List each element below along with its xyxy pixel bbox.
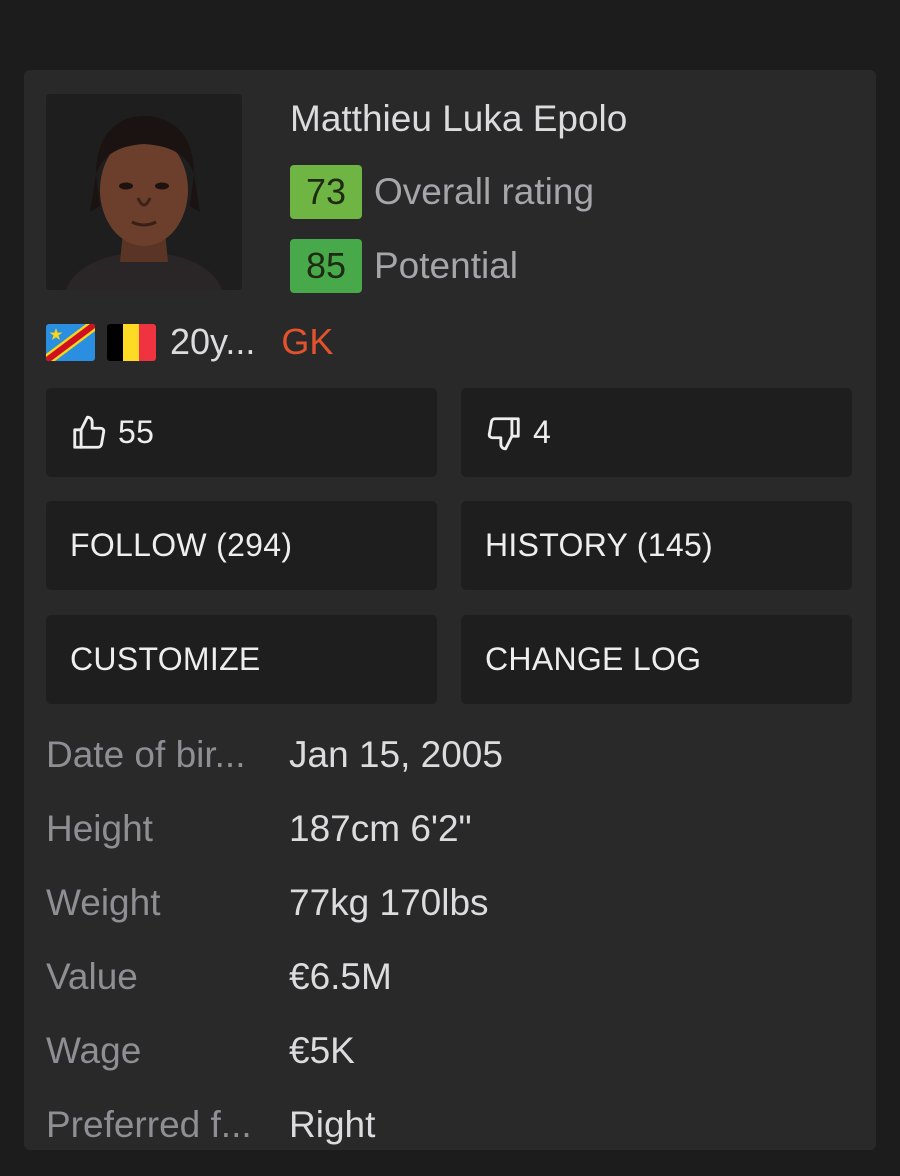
player-card: Matthieu Luka Epolo 73 Overall rating 85… [24,70,876,1150]
change-log-button[interactable]: CHANGE LOG [461,615,852,704]
thumbs-down-icon [485,414,523,452]
info-value: €5K [289,1030,355,1071]
player-photo [46,94,242,290]
info-row-value: Value €6.5M [46,940,854,1014]
info-row-date-of-birth: Date of bir... Jan 15, 2005 [46,718,854,792]
info-row-preferred-foot: Preferred f... Right [46,1088,854,1162]
like-button[interactable]: 55 [46,388,437,477]
overall-rating-row: 73 Overall rating [290,165,594,219]
customize-button[interactable]: CUSTOMIZE [46,615,437,704]
dislike-count: 4 [533,414,552,450]
potential-rating-label: Potential [374,245,518,286]
player-meta: 20y... GK [46,320,333,364]
info-value: Jan 15, 2005 [289,734,503,775]
follow-button[interactable]: FOLLOW (294) [46,501,437,590]
like-count: 55 [118,414,155,450]
player-info-list: Date of bir... Jan 15, 2005 Height 187cm… [46,718,854,1162]
info-label: Wage [46,1030,142,1071]
overall-rating-badge: 73 [290,165,362,219]
info-label: Value [46,956,138,997]
info-label: Date of bir... [46,734,246,775]
player-name: Matthieu Luka Epolo [290,98,628,139]
player-age: 20y... [170,321,256,362]
info-value: Right [289,1104,376,1145]
potential-rating-row: 85 Potential [290,239,518,293]
belgium-flag-icon[interactable] [107,323,156,361]
dr-congo-flag-icon[interactable] [46,323,95,361]
info-label: Preferred f... [46,1104,252,1145]
player-position: GK [281,321,334,362]
thumbs-up-icon [70,414,108,452]
info-value: 77kg 170lbs [289,882,489,923]
info-row-wage: Wage €5K [46,1014,854,1088]
potential-rating-badge: 85 [290,239,362,293]
overall-rating-label: Overall rating [374,171,595,212]
info-label: Weight [46,882,161,923]
info-value: 187cm 6'2" [289,808,472,849]
info-label: Height [46,808,153,849]
dislike-button[interactable]: 4 [461,388,852,477]
history-button[interactable]: HISTORY (145) [461,501,852,590]
info-value: €6.5M [289,956,392,997]
info-row-weight: Weight 77kg 170lbs [46,866,854,940]
info-row-height: Height 187cm 6'2" [46,792,854,866]
